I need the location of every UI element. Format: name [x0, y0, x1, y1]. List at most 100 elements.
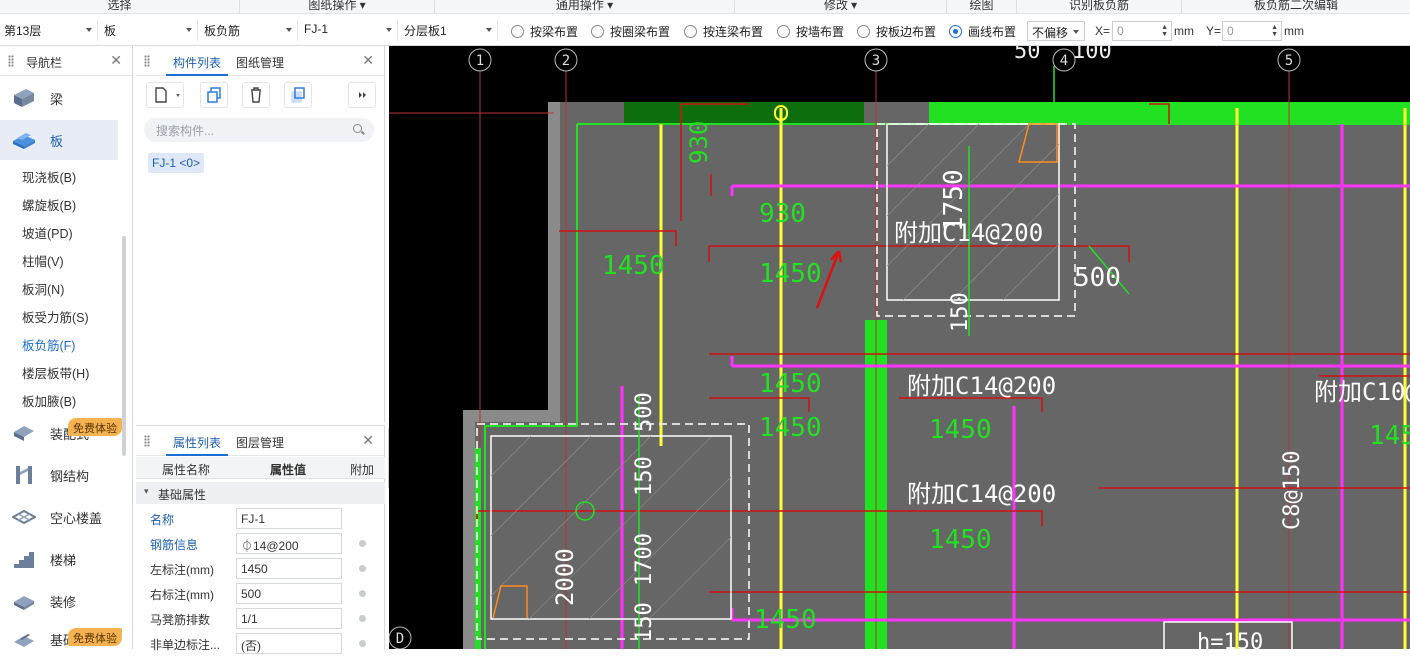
property-row: 名称 FJ-1: [136, 506, 385, 531]
dimension-label: 150: [948, 292, 973, 332]
property-value-input[interactable]: 500: [236, 583, 342, 604]
axis-label: D: [396, 631, 404, 647]
nav-item-ramp[interactable]: 坡道(PD): [22, 223, 73, 242]
ribbon-group-draw[interactable]: 绘图: [947, 0, 1017, 13]
radio-label: 按墙布置: [796, 24, 845, 39]
nav-item-slab-haunch[interactable]: 板加腋(B): [22, 391, 76, 410]
radio-dot: [857, 24, 870, 38]
chevron-down-icon: [1073, 30, 1079, 34]
close-icon[interactable]: ✕: [110, 52, 122, 69]
drag-grip-icon[interactable]: [8, 55, 14, 67]
navigation-panel: 导航栏 ✕ 梁 板 现浇板(B) 螺旋板(B) 坡道(PD) 柱帽(V) 板洞(…: [0, 46, 133, 649]
drag-grip-icon[interactable]: [144, 435, 150, 447]
nav-scrollbar[interactable]: [122, 236, 126, 456]
spinner-arrows-icon[interactable]: ▲ ▼: [1161, 24, 1168, 38]
component-select[interactable]: FJ-1: [300, 19, 398, 41]
axis-label: 5: [1285, 53, 1293, 69]
property-name: 右标注(mm): [150, 588, 214, 602]
nav-category-decoration[interactable]: 装修: [0, 581, 118, 621]
new-component-button[interactable]: [146, 82, 184, 108]
ribbon-group-identify-neg-rebar[interactable]: 识别板负筋: [1017, 0, 1182, 13]
radio-dot: [949, 24, 962, 38]
nav-item-slab-hole[interactable]: 板洞(N): [22, 279, 64, 298]
drag-grip-icon[interactable]: [144, 55, 150, 67]
ribbon-group-select[interactable]: 选择: [0, 0, 240, 13]
type-select[interactable]: 板负筋: [200, 19, 298, 41]
nav-category-beam[interactable]: 梁: [0, 78, 118, 118]
tab-property-list[interactable]: 属性列表: [166, 426, 228, 456]
beam-icon: [12, 87, 36, 109]
tab-layer-management[interactable]: 图层管理: [236, 426, 284, 456]
floor-select[interactable]: 第13层: [0, 19, 98, 41]
nav-item-cast-slab[interactable]: 现浇板(B): [22, 167, 76, 186]
layer-copy-button[interactable]: [284, 82, 312, 108]
free-trial-badge[interactable]: 免费体验: [68, 628, 122, 646]
ribbon-group-neg-rebar-edit[interactable]: 板负筋二次编辑: [1182, 0, 1410, 13]
y-coordinate-input[interactable]: 0 ▲ ▼: [1222, 21, 1282, 41]
nav-item-column-cap[interactable]: 柱帽(V): [22, 251, 64, 270]
nav-item-slab-neg-rebar[interactable]: 板负筋(F): [22, 335, 75, 354]
radio-by-ring-beam[interactable]: 按圈梁布置: [591, 23, 670, 39]
axis-label: 2: [562, 53, 570, 69]
property-value-input[interactable]: ⏀14@200: [236, 533, 342, 554]
dimension-label: 2000: [551, 548, 579, 606]
layer-copy-icon: [291, 87, 305, 103]
extra-checkbox[interactable]: [359, 640, 366, 647]
cad-drawing[interactable]: 1 2 3 4 5 D 50 100 930145093014501750500…: [389, 46, 1410, 649]
category-select[interactable]: 板: [100, 19, 198, 41]
more-tools-button[interactable]: [348, 82, 376, 108]
foundation-icon: [12, 628, 36, 650]
radio-by-wall[interactable]: 按墙布置: [777, 23, 844, 39]
spinner-arrows-icon[interactable]: ▲ ▼: [1271, 24, 1278, 38]
close-icon[interactable]: ✕: [362, 52, 374, 69]
property-value-input[interactable]: FJ-1: [236, 508, 342, 529]
nav-category-hollow-floor[interactable]: 空心楼盖: [0, 497, 118, 537]
nav-item-slab-main-rebar[interactable]: 板受力筋(S): [22, 307, 89, 326]
search-placeholder: 搜索构件...: [156, 124, 215, 138]
property-row: 右标注(mm) 500: [136, 581, 385, 606]
radio-by-slab-edge[interactable]: 按板边布置: [857, 23, 936, 39]
extra-checkbox[interactable]: [359, 590, 366, 597]
property-value-input[interactable]: (否): [236, 633, 342, 654]
collapse-triangle-icon: ▾: [144, 486, 149, 496]
drawing-canvas[interactable]: 1 2 3 4 5 D 50 100 930 1450 930 1450 1750 500…: [389, 46, 1410, 649]
radio-dot: [511, 24, 524, 38]
layer-select[interactable]: 分层板1: [400, 19, 498, 41]
nav-category-steel[interactable]: 钢结构: [0, 455, 118, 495]
nav-category-slab[interactable]: 板: [0, 120, 118, 160]
copy-component-button[interactable]: [200, 82, 228, 108]
nav-item-floor-strip[interactable]: 楼层板带(H): [22, 363, 89, 382]
radio-by-link-beam[interactable]: 按连梁布置: [684, 23, 763, 39]
free-trial-badge[interactable]: 免费体验: [68, 418, 122, 436]
ribbon-group-drawing-ops[interactable]: 图纸操作 ▾: [240, 0, 435, 13]
ribbon-group-modify[interactable]: 修改 ▾: [735, 0, 947, 13]
nav-category-label: 梁: [50, 91, 64, 107]
offset-mode-select[interactable]: 不偏移: [1027, 21, 1085, 41]
property-value-input[interactable]: 1/1: [236, 608, 342, 629]
property-group-basic[interactable]: ▾ 基础属性: [136, 482, 385, 504]
axis-label: 1: [476, 53, 484, 69]
dimension-label: 930: [685, 121, 713, 164]
delete-component-button[interactable]: [242, 82, 270, 108]
radio-by-beam[interactable]: 按梁布置: [511, 23, 578, 39]
extra-checkbox[interactable]: [359, 615, 366, 622]
radio-by-line[interactable]: 画线布置: [949, 23, 1016, 39]
component-search-input[interactable]: 搜索构件...: [144, 118, 374, 142]
nav-item-spiral-slab[interactable]: 螺旋板(B): [22, 195, 76, 214]
ribbon-group-general-ops[interactable]: 通用操作 ▾: [435, 0, 735, 13]
extra-checkbox[interactable]: [359, 540, 366, 547]
extra-checkbox[interactable]: [359, 565, 366, 572]
nav-category-stair[interactable]: 楼梯: [0, 539, 118, 579]
ribbon-group-label: 识别板负筋: [1068, 0, 1129, 12]
dimension-label: 500: [632, 392, 657, 432]
top-dim-label: 50: [1014, 46, 1041, 64]
x-coordinate-input[interactable]: 0 ▲ ▼: [1112, 21, 1172, 41]
dimension-label: 1450: [754, 605, 817, 635]
trash-icon: [251, 87, 261, 103]
tab-drawing-management[interactable]: 图纸管理: [236, 46, 284, 76]
close-icon[interactable]: ✕: [362, 432, 374, 449]
tab-component-list[interactable]: 构件列表: [166, 46, 228, 76]
chevron-down-icon: [86, 28, 92, 32]
property-value-input[interactable]: 1450: [236, 558, 342, 579]
component-list-item[interactable]: FJ-1 <0>: [148, 153, 205, 173]
